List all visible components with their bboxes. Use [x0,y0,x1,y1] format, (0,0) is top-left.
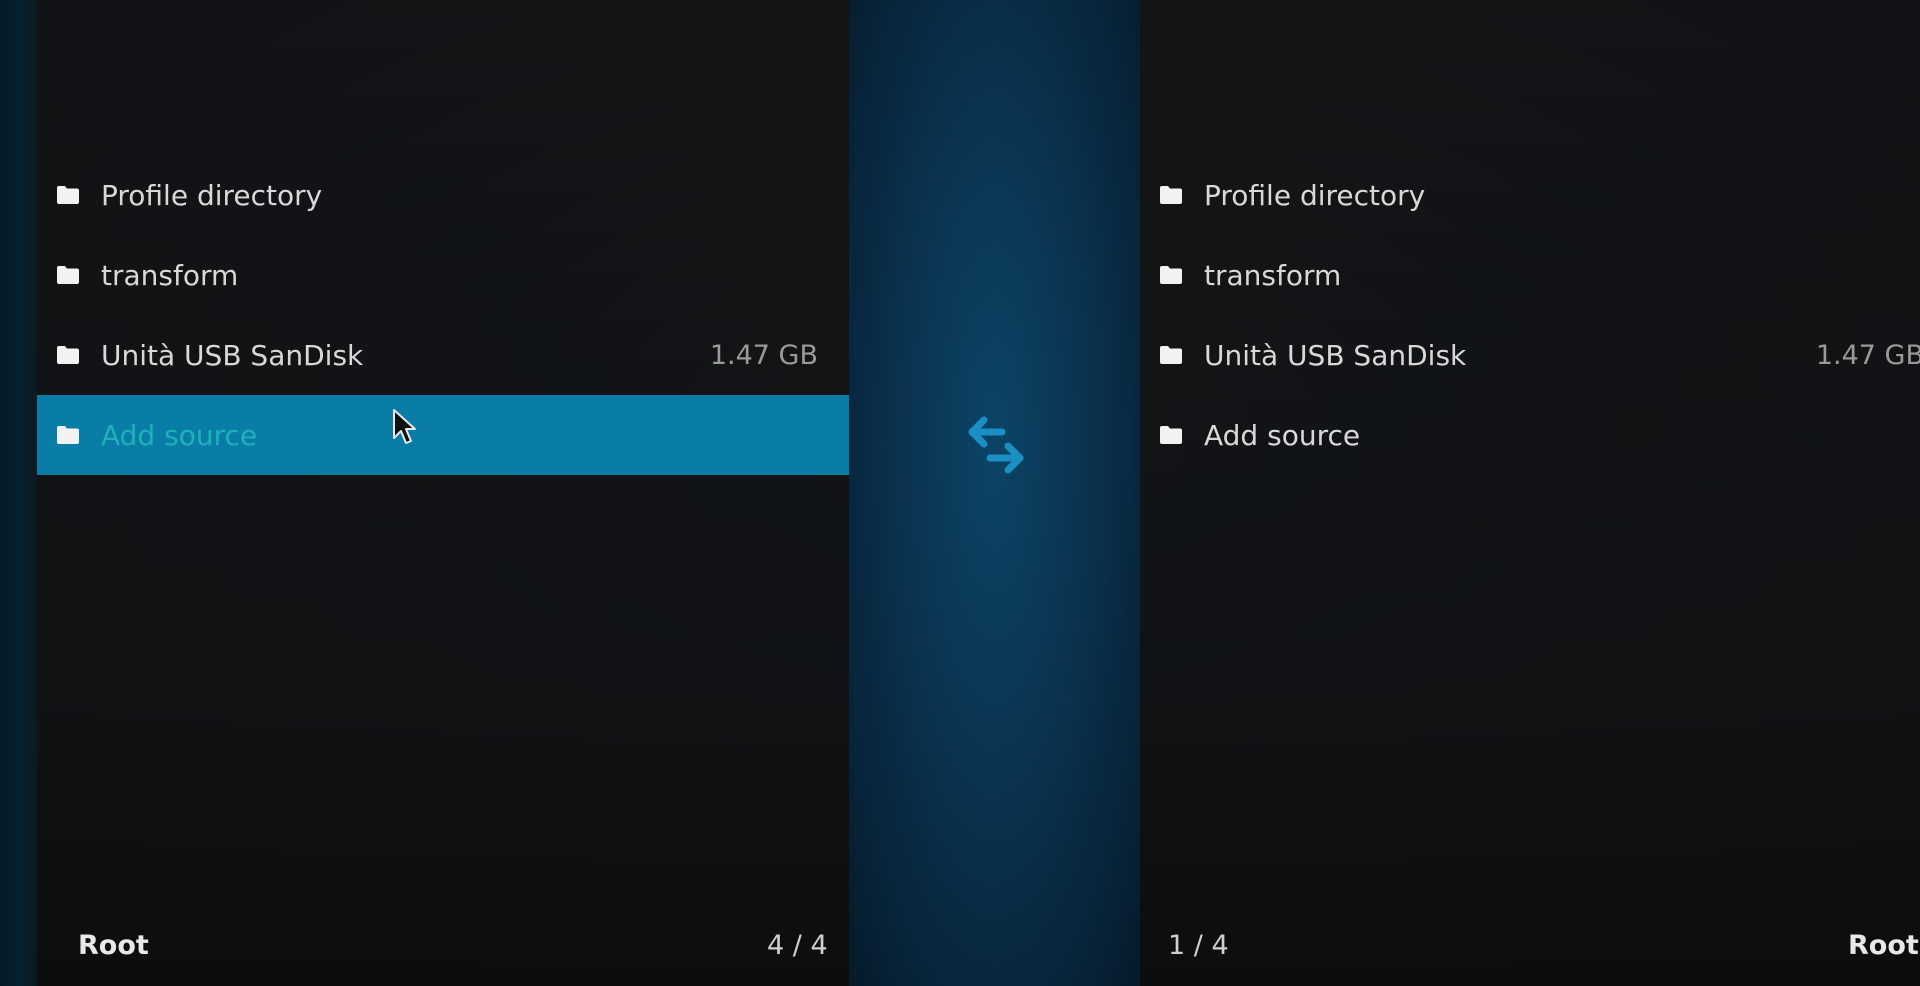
item-label: transform [101,258,239,292]
folder-icon [57,266,79,284]
item-label: Add source [101,418,258,452]
left-edge-strip [0,0,37,986]
item-label: transform [1204,258,1342,292]
list-item-selected[interactable]: Add source [37,395,849,475]
folder-icon [1160,346,1182,364]
folder-icon [57,186,79,204]
folder-icon [1160,186,1182,204]
left-file-list: Profile directory transform Unità USB Sa… [37,155,849,475]
left-pane: Profile directory transform Unità USB Sa… [37,0,849,986]
left-path-label: Root [78,930,149,961]
left-item-count: 4 / 4 [767,930,828,961]
list-item[interactable]: Unità USB SanDisk 1.47 GB [37,315,849,395]
list-item[interactable]: transform [1140,235,1920,315]
item-size: 1.47 GB [709,339,818,371]
item-size: 1.47 GB [1815,339,1920,371]
folder-icon [1160,426,1182,444]
item-label: Add source [1204,418,1361,452]
list-item[interactable]: Unità USB SanDisk 1.47 GB [1140,315,1920,395]
file-manager-screen: Profile directory transform Unità USB Sa… [0,0,1920,986]
swap-panel [849,0,1140,986]
right-file-list: Profile directory transform Unità USB Sa… [1140,155,1920,475]
item-label: Profile directory [1204,178,1426,212]
folder-icon [1160,266,1182,284]
swap-arrows-icon[interactable] [964,414,1028,478]
item-label: Unità USB SanDisk [101,338,364,372]
item-label: Unità USB SanDisk [1204,338,1467,372]
right-pane: Profile directory transform Unità USB Sa… [1140,0,1920,986]
right-item-count: 1 / 4 [1168,930,1229,961]
folder-icon [57,346,79,364]
folder-icon [57,426,79,444]
right-path-label: Root [1848,930,1919,961]
list-item[interactable]: transform [37,235,849,315]
list-item[interactable]: Profile directory [37,155,849,235]
mouse-cursor-icon [393,409,416,444]
item-label: Profile directory [101,178,323,212]
list-item[interactable]: Add source [1140,395,1920,475]
list-item[interactable]: Profile directory [1140,155,1920,235]
